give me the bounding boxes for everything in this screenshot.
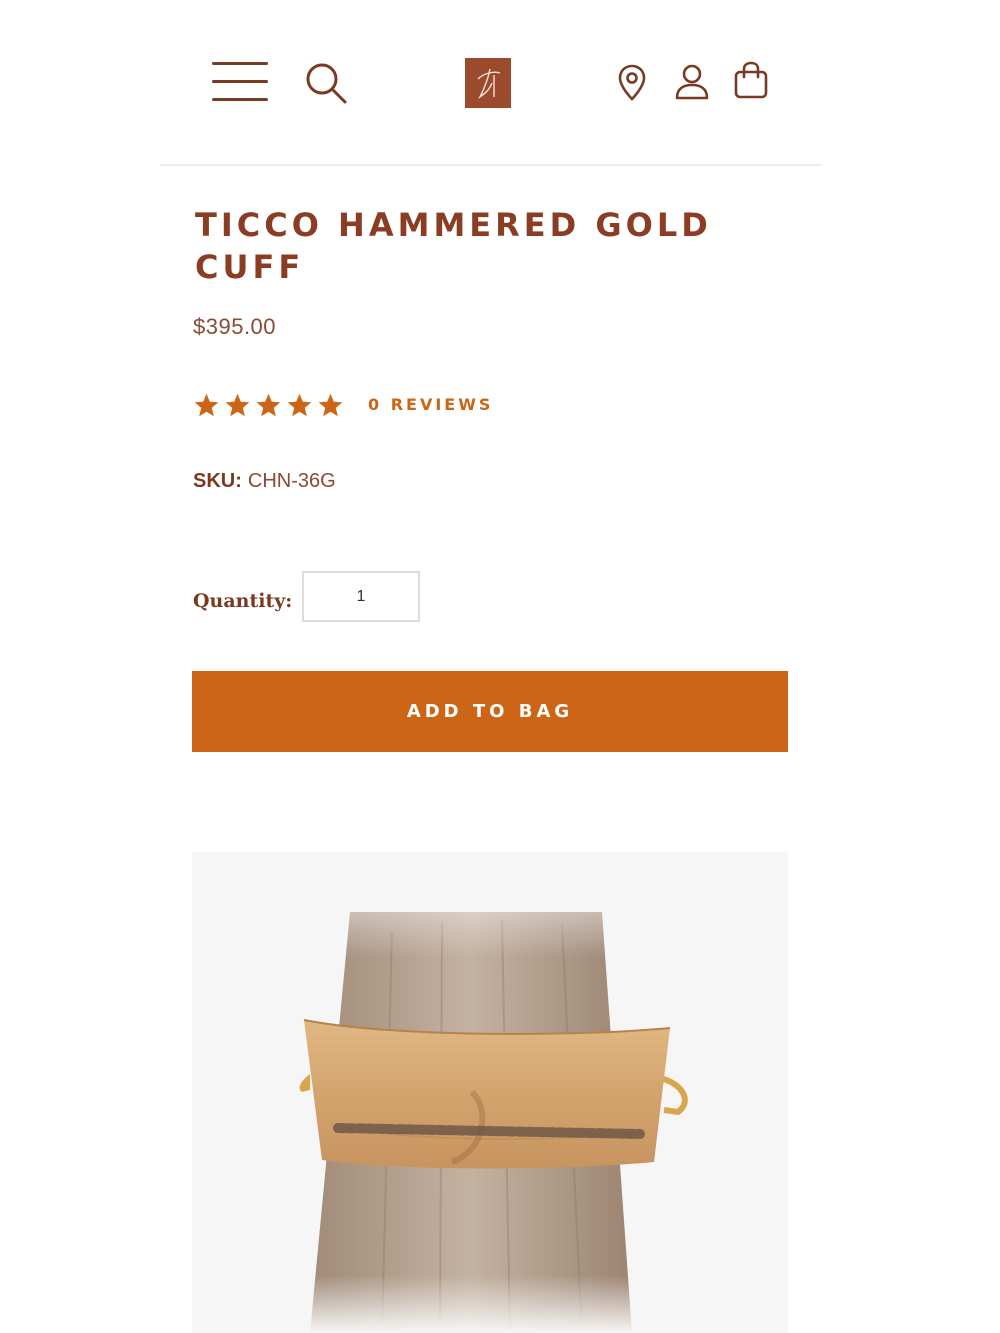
search-icon[interactable]: [305, 62, 347, 104]
menu-line: [212, 62, 268, 65]
star-icon: [318, 393, 343, 417]
sku-label: SKU:: [193, 470, 242, 492]
star-icon: [194, 393, 219, 417]
product-price: $395.00: [193, 314, 277, 339]
product-image[interactable]: [192, 852, 788, 1333]
quantity-input[interactable]: [302, 571, 420, 622]
quantity-label: Quantity:: [193, 590, 293, 612]
sku-row: SKU: CHN-36G: [193, 470, 336, 493]
star-icon: [225, 393, 250, 417]
star-icon: [287, 393, 312, 417]
menu-line: [212, 80, 268, 83]
shopping-bag-icon[interactable]: [733, 60, 769, 100]
site-header: [160, 0, 822, 166]
add-to-bag-button[interactable]: ADD TO BAG: [192, 671, 788, 752]
menu-line: [212, 98, 268, 101]
logo-mark-icon: [477, 68, 501, 100]
product-photo: [192, 852, 788, 1333]
star-rating[interactable]: [193, 392, 344, 419]
brand-logo[interactable]: [465, 58, 511, 108]
user-icon[interactable]: [674, 64, 710, 100]
reviews-link[interactable]: 0 REVIEWS: [368, 395, 493, 414]
map-pin-icon[interactable]: [618, 64, 646, 102]
hamburger-menu-icon[interactable]: [212, 62, 268, 102]
sku-value: CHN-36G: [247, 470, 336, 492]
product-title: TICCO HAMMERED GOLD CUFF: [195, 206, 712, 286]
star-icon: [256, 393, 281, 417]
